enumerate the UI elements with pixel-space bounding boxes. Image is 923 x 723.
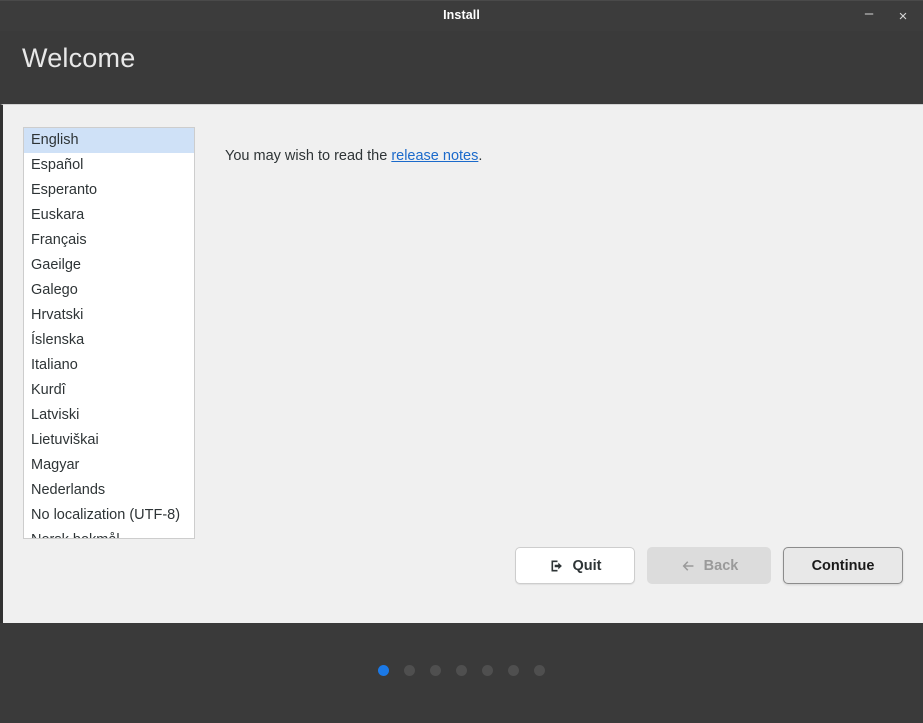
progress-dot [456, 665, 467, 676]
page-title: Welcome [22, 43, 136, 73]
back-button[interactable]: Back [647, 547, 771, 584]
progress-dot [404, 665, 415, 676]
continue-button-label: Continue [811, 557, 875, 574]
quit-button[interactable]: Quit [515, 547, 635, 584]
language-list-item[interactable]: Magyar [24, 453, 194, 478]
language-list-item[interactable]: Français [24, 228, 194, 253]
language-list-item[interactable]: Nederlands [24, 478, 194, 503]
progress-dot [378, 665, 389, 676]
progress-dots [0, 665, 923, 676]
main-panel: English Español Esperanto Euskara Français Ga… [0, 104, 923, 623]
language-list-item[interactable]: Gaeilge [24, 253, 194, 278]
language-list-item[interactable]: Latviski [24, 403, 194, 428]
progress-dot [482, 665, 493, 676]
language-list-item[interactable]: Norsk bokmål [24, 528, 194, 538]
progress-dot [508, 665, 519, 676]
language-list-item[interactable]: Español [24, 153, 194, 178]
language-list-item[interactable]: Euskara [24, 203, 194, 228]
exit-icon [549, 558, 565, 574]
language-list-item[interactable]: Galego [24, 278, 194, 303]
language-list-item[interactable]: Italiano [24, 353, 194, 378]
titlebar: Install – × [0, 0, 923, 31]
continue-button[interactable]: Continue [783, 547, 903, 584]
language-list-item[interactable]: Hrvatski [24, 303, 194, 328]
language-list-item[interactable]: Íslenska [24, 328, 194, 353]
progress-dot [534, 665, 545, 676]
message-text-before: You may wish to read the [225, 148, 392, 164]
footer [0, 623, 923, 722]
language-list[interactable]: English Español Esperanto Euskara Français Ga… [23, 127, 195, 539]
release-notes-message: You may wish to read the release notes. [225, 148, 482, 164]
release-notes-link[interactable]: release notes [391, 148, 478, 164]
button-row: Quit Back Continue [515, 547, 903, 584]
window-controls: – × [857, 1, 915, 32]
language-list-item[interactable]: Esperanto [24, 178, 194, 203]
language-list-item[interactable]: Lietuviškai [24, 428, 194, 453]
back-button-label: Back [703, 557, 739, 574]
minimize-icon[interactable]: – [857, 1, 881, 32]
header: Welcome [0, 31, 923, 104]
arrow-left-icon [680, 558, 696, 574]
window-title: Install [443, 8, 480, 22]
progress-dot [430, 665, 441, 676]
message-text-after: . [478, 148, 483, 164]
language-list-item[interactable]: Kurdî [24, 378, 194, 403]
quit-button-label: Quit [572, 557, 602, 574]
install-window: Install – × Welcome English Español Espera… [0, 0, 923, 723]
language-list-item[interactable]: No localization (UTF-8) [24, 503, 194, 528]
close-icon[interactable]: × [891, 5, 915, 29]
language-list-item[interactable]: English [24, 128, 194, 153]
